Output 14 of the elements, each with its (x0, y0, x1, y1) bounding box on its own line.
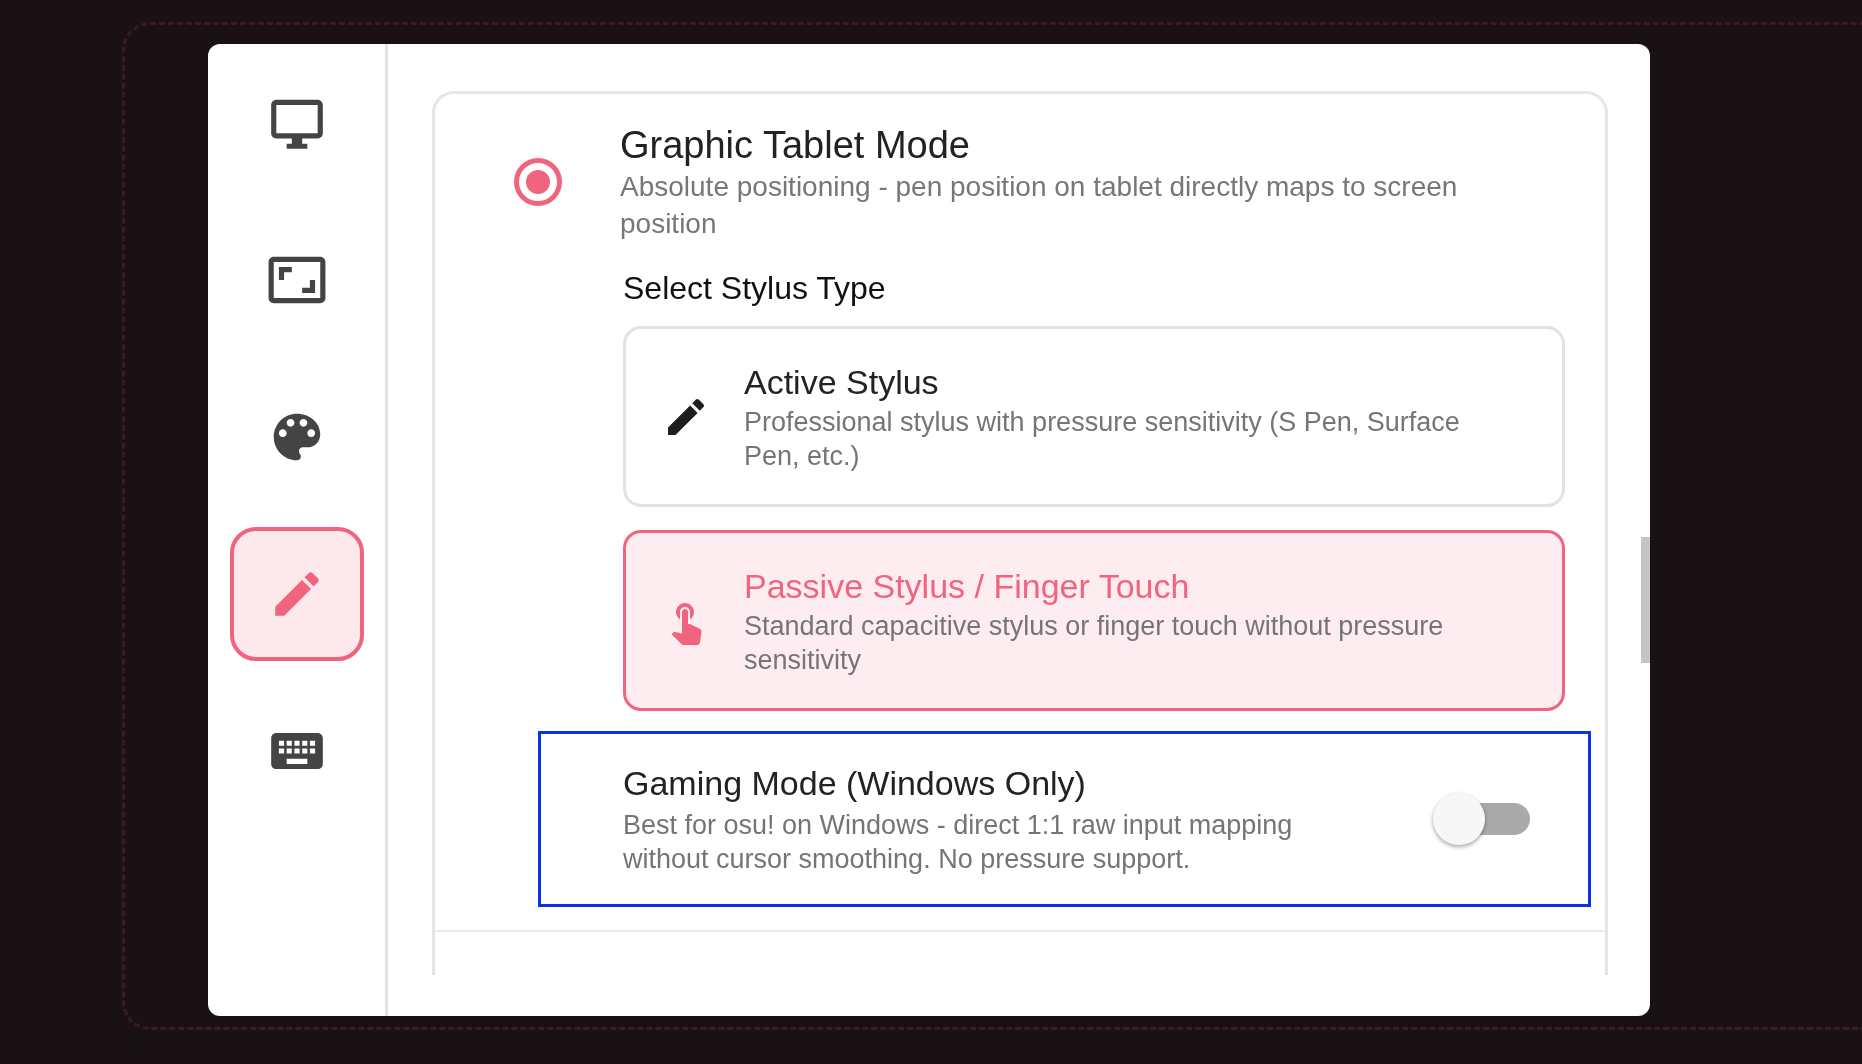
mode-title: Graphic Tablet Mode (620, 123, 971, 168)
scrollbar[interactable] (1641, 537, 1650, 663)
option-description: Standard capacitive stylus or finger touch without pressure sensitivity (744, 609, 1445, 677)
mode-description: Absolute positioning - pen position on tablet directly maps to screen position (620, 170, 1459, 241)
section-heading: Select Stylus Type (623, 269, 887, 308)
toggle-switch[interactable] (1433, 791, 1530, 847)
stylus-option[interactable]: Passive Stylus / Finger Touch Standard capacitive stylus or finger touch without pressure sensitivity (623, 530, 1565, 711)
stylus-option[interactable]: Active Stylus Professional stylus with pressure sensitivity (S Pen, Surface Pen, etc.) (623, 326, 1565, 507)
radio-button[interactable] (514, 158, 562, 206)
option-title: Passive Stylus / Finger Touch (744, 565, 1191, 607)
setting-description: Best for osu! on Windows - direct 1:1 raw input mapping without cursor smoothing. No pressure support. (623, 809, 1294, 876)
option-title: Active Stylus (744, 361, 940, 403)
option-description: Professional stylus with pressure sensitivity (S Pen, Surface Pen, etc.) (744, 405, 1461, 473)
setting-title: Gaming Mode (Windows Only) (623, 763, 1087, 804)
